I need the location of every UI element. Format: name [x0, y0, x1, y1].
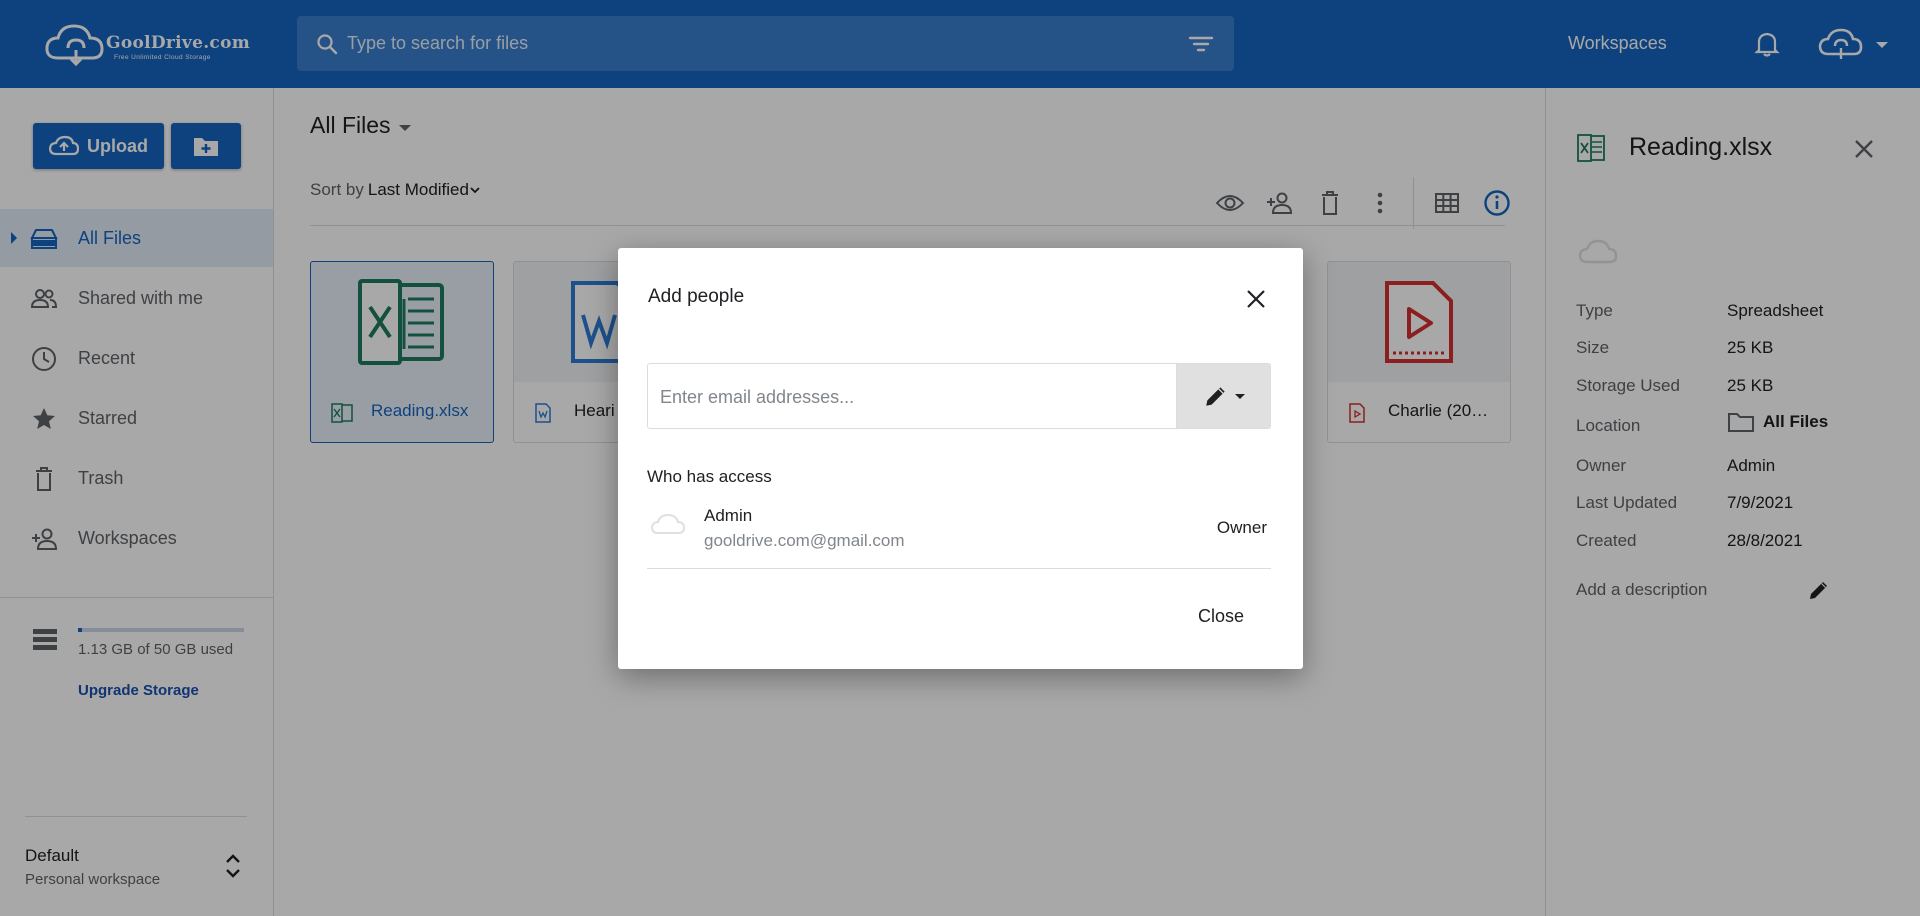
chevron-down-icon: [1234, 393, 1245, 399]
email-input-group: [647, 363, 1271, 429]
avatar: [650, 513, 686, 534]
email-addresses-input[interactable]: [660, 380, 1160, 414]
add-people-dialog: Add people Who has access Admin gooldriv…: [618, 248, 1303, 669]
person-name: Admin: [704, 506, 753, 525]
close-button[interactable]: Close: [1198, 606, 1244, 627]
person-role: Owner: [1216, 518, 1267, 537]
close-icon[interactable]: [1245, 288, 1267, 310]
pencil-edit-icon: [1205, 387, 1225, 406]
person-email: gooldrive.com@gmail.com: [704, 531, 905, 550]
dialog-divider: [647, 568, 1271, 569]
permission-dropdown-button[interactable]: [1176, 364, 1270, 428]
who-has-access-heading: Who has access: [647, 467, 772, 486]
dialog-title: Add people: [648, 286, 745, 307]
